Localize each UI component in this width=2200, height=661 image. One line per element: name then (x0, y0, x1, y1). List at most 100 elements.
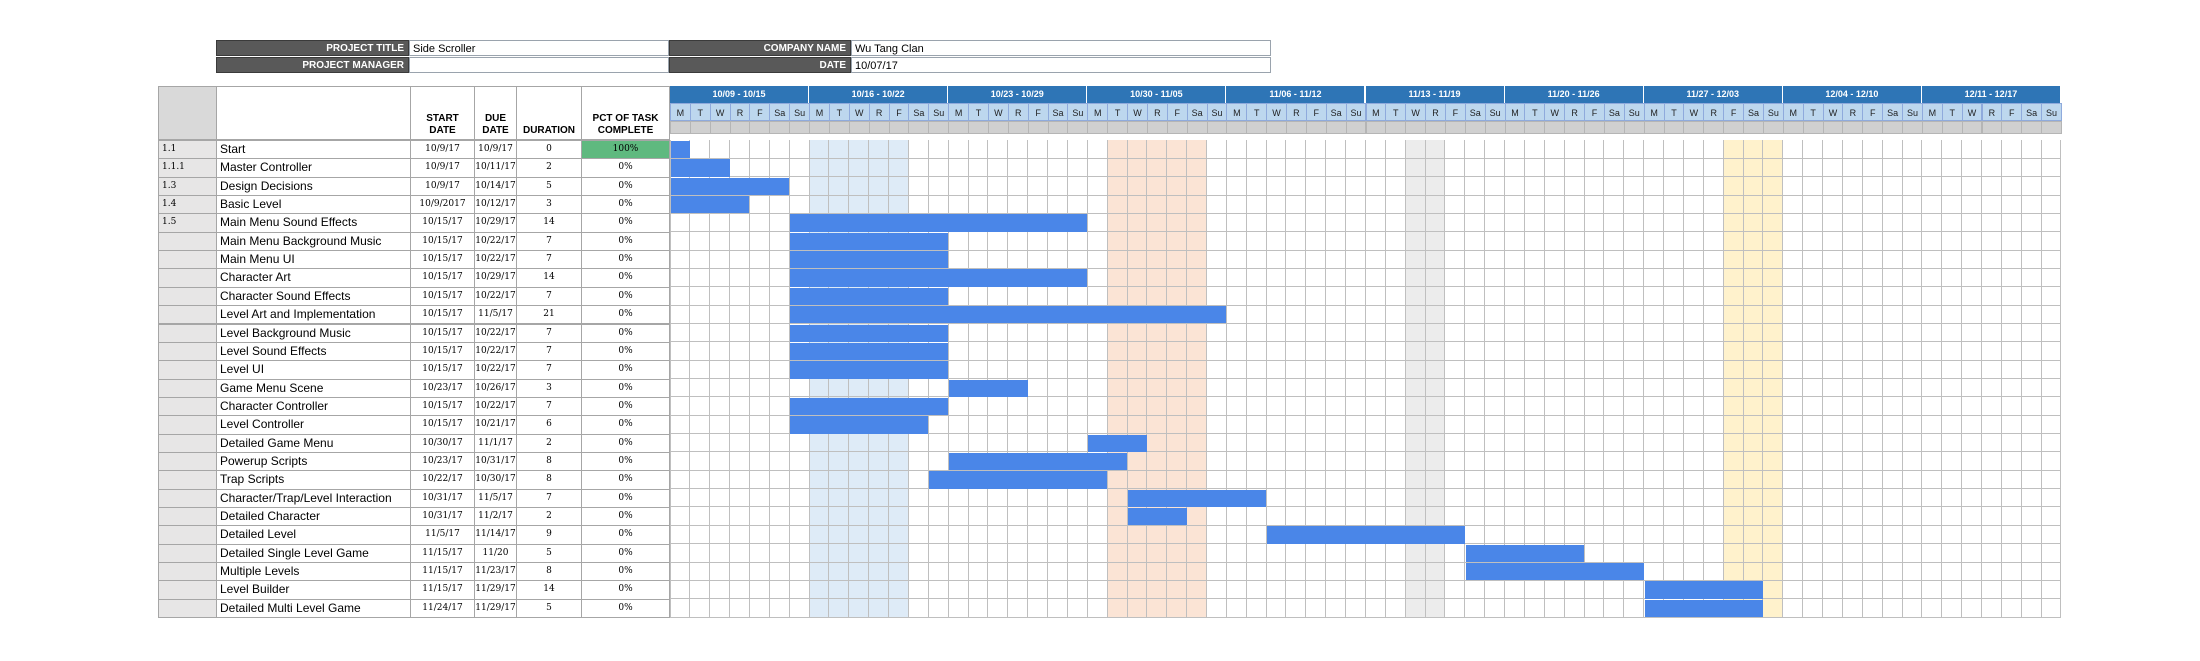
gantt-cell[interactable] (709, 231, 731, 251)
task-name[interactable]: Level Background Music (216, 323, 411, 343)
gantt-cell[interactable] (1603, 543, 1625, 563)
gantt-cell[interactable] (1703, 360, 1724, 380)
gantt-cell[interactable] (1882, 195, 1903, 214)
gantt-cell[interactable] (1822, 158, 1843, 178)
gantt-cell[interactable] (948, 580, 969, 600)
gantt-cell[interactable] (689, 231, 711, 251)
gantt-cell[interactable] (1981, 525, 2002, 545)
gantt-cell[interactable] (828, 195, 850, 214)
gantt-cell[interactable] (1027, 562, 1049, 581)
gantt-cell[interactable] (1862, 268, 1883, 288)
gantt-cell[interactable] (1584, 250, 1605, 269)
gantt-cell[interactable] (1186, 507, 1208, 526)
gantt-cell[interactable] (1504, 507, 1525, 526)
gantt-cell[interactable] (2001, 378, 2022, 398)
gantt-cell[interactable] (1623, 433, 1645, 453)
gantt-cell[interactable] (1405, 158, 1426, 178)
gantt-cell[interactable] (1941, 396, 1963, 416)
gantt-cell[interactable] (1921, 158, 1943, 178)
gantt-cell[interactable] (1683, 470, 1704, 490)
gantt-cell[interactable] (1047, 231, 1068, 251)
gantt-cell[interactable] (868, 507, 890, 526)
gantt-cell[interactable] (1186, 158, 1208, 178)
gantt-cell[interactable] (1842, 158, 1863, 178)
gantt-cell[interactable] (1981, 488, 2002, 508)
task-due-date[interactable]: 11/29/17 (474, 580, 517, 600)
gantt-cell[interactable] (968, 323, 989, 343)
gantt-cell[interactable] (1166, 433, 1188, 453)
gantt-cell[interactable] (1027, 598, 1049, 618)
gantt-cell[interactable] (1862, 525, 1883, 545)
gantt-cell[interactable] (1941, 341, 1963, 361)
gantt-cell[interactable] (709, 543, 731, 563)
gantt-cell[interactable] (1007, 488, 1029, 508)
gantt-cell[interactable] (987, 543, 1009, 563)
gantt-cell[interactable] (1266, 470, 1287, 490)
gantt-cell[interactable] (1981, 305, 2002, 324)
gantt-cell[interactable] (1663, 268, 1684, 288)
gantt-cell[interactable] (749, 231, 770, 251)
gantt-cell[interactable] (1921, 580, 1943, 600)
gantt-cell[interactable] (1305, 360, 1327, 380)
gantt-cell[interactable] (1882, 598, 1903, 618)
gantt-cell[interactable] (749, 451, 770, 471)
gantt-cell[interactable] (987, 598, 1009, 618)
task-start-date[interactable]: 10/15/17 (410, 305, 475, 325)
gantt-cell[interactable] (1703, 195, 1724, 214)
task-bar[interactable] (790, 342, 949, 361)
gantt-cell[interactable] (1146, 286, 1168, 306)
gantt-cell[interactable] (2001, 268, 2022, 288)
gantt-cell[interactable] (1186, 176, 1208, 196)
gantt-cell[interactable] (1802, 470, 1824, 490)
gantt-cell[interactable] (948, 415, 969, 435)
gantt-cell[interactable] (1921, 305, 1943, 324)
gantt-cell[interactable] (1464, 286, 1486, 306)
gantt-cell[interactable] (670, 305, 691, 324)
gantt-cell[interactable] (1166, 543, 1188, 563)
gantt-cell[interactable] (1842, 525, 1863, 545)
gantt-cell[interactable] (1186, 378, 1208, 398)
task-bar[interactable] (790, 214, 1088, 232)
gantt-cell[interactable] (1683, 507, 1704, 526)
gantt-cell[interactable] (1027, 176, 1049, 196)
gantt-cell[interactable] (709, 213, 731, 233)
gantt-cell[interactable] (1862, 598, 1883, 618)
gantt-cell[interactable] (1584, 213, 1605, 233)
gantt-cell[interactable] (1782, 268, 1804, 288)
gantt-cell[interactable] (2021, 525, 2042, 545)
gantt-cell[interactable] (1365, 195, 1386, 214)
gantt-cell[interactable] (1246, 323, 1267, 343)
gantt-cell[interactable] (1961, 470, 1982, 490)
gantt-cell[interactable] (1584, 543, 1605, 563)
gantt-cell[interactable] (1584, 140, 1605, 159)
gantt-cell[interactable] (1266, 488, 1287, 508)
gantt-cell[interactable] (1524, 140, 1545, 159)
gantt-cell[interactable] (1127, 231, 1148, 251)
gantt-cell[interactable] (689, 525, 711, 545)
gantt-cell[interactable] (1166, 176, 1188, 196)
gantt-cell[interactable] (1325, 341, 1347, 361)
gantt-cell[interactable] (1902, 488, 1923, 508)
gantt-cell[interactable] (1464, 580, 1486, 600)
gantt-cell[interactable] (1802, 268, 1824, 288)
gantt-cell[interactable] (809, 433, 830, 453)
gantt-cell[interactable] (1584, 286, 1605, 306)
gantt-cell[interactable] (1186, 323, 1208, 343)
gantt-cell[interactable] (1444, 488, 1466, 508)
gantt-cell[interactable] (1902, 195, 1923, 214)
task-start-date[interactable]: 10/15/17 (410, 415, 475, 435)
gantt-cell[interactable] (1961, 543, 1982, 563)
gantt-cell[interactable] (948, 396, 969, 416)
gantt-cell[interactable] (1345, 451, 1366, 471)
gantt-cell[interactable] (1286, 507, 1307, 526)
gantt-cell[interactable] (1266, 286, 1287, 306)
gantt-cell[interactable] (1286, 286, 1307, 306)
task-start-date[interactable]: 10/23/17 (410, 378, 475, 398)
task-bar[interactable] (790, 361, 949, 379)
gantt-cell[interactable] (1623, 268, 1645, 288)
task-duration[interactable]: 5 (516, 598, 582, 619)
gantt-cell[interactable] (987, 323, 1009, 343)
task-pct-complete[interactable]: 0% (581, 415, 670, 435)
gantt-cell[interactable] (709, 341, 731, 361)
gantt-cell[interactable] (1703, 451, 1724, 471)
